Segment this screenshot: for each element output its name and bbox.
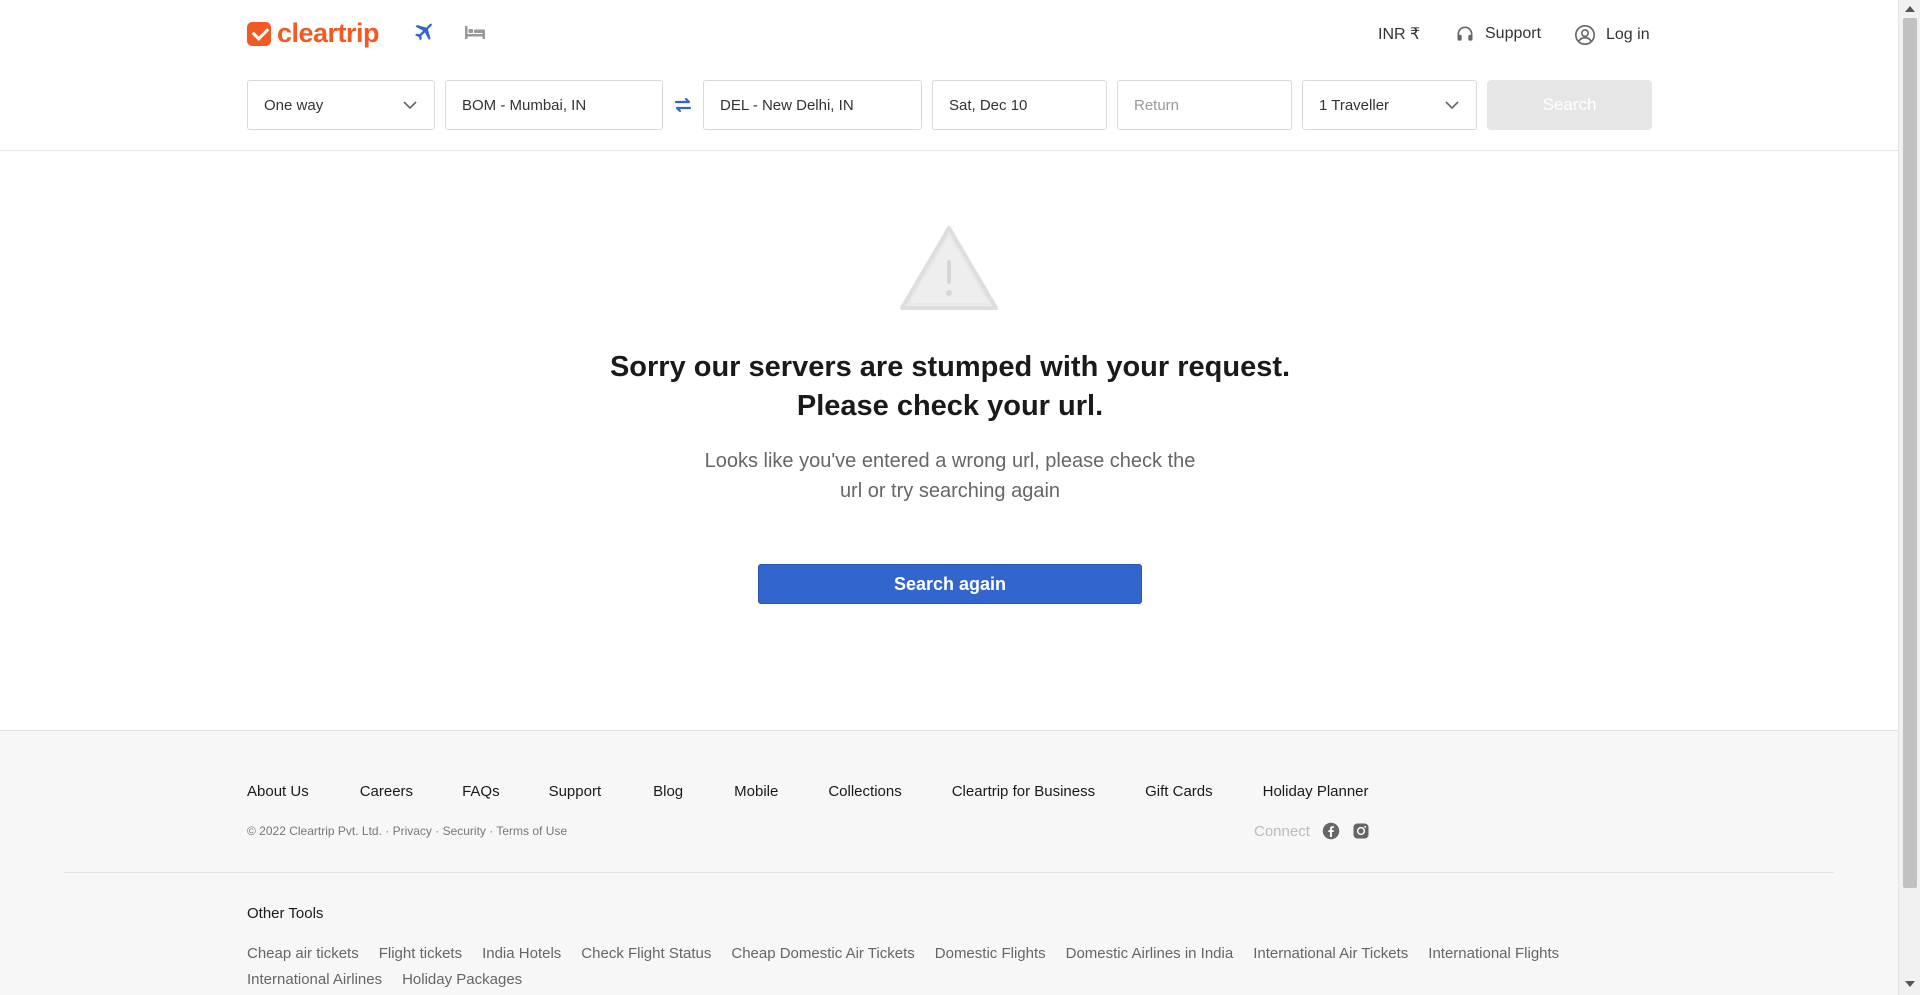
tool-link[interactable]: International Air Tickets (1253, 945, 1408, 962)
tool-link[interactable]: Holiday Packages (402, 971, 522, 988)
scroll-up-arrow-icon[interactable] (1905, 6, 1915, 12)
support-label: Support (1485, 25, 1542, 42)
scroll-down-arrow-icon[interactable] (1905, 981, 1915, 987)
search-again-button[interactable]: Search again (758, 564, 1142, 604)
support-link[interactable]: Support (1455, 24, 1541, 44)
to-value: DEL - New Delhi, IN (720, 96, 854, 114)
user-icon (1575, 25, 1595, 45)
scrollbar-thumb[interactable] (1903, 18, 1917, 888)
swap-icon[interactable] (671, 93, 695, 117)
other-tools-title: Other Tools (247, 905, 324, 922)
depart-date-field[interactable]: Sat, Dec 10 (932, 80, 1107, 130)
currency-label: INR ₹ (1378, 26, 1421, 43)
trip-type-select[interactable]: One way (247, 80, 435, 130)
login-label: Log in (1606, 26, 1650, 43)
tool-link[interactable]: Cheap air tickets (247, 945, 359, 962)
tool-link[interactable]: Flight tickets (379, 945, 462, 962)
depart-date-value: Sat, Dec 10 (949, 96, 1028, 114)
trip-type-value: One way (264, 96, 324, 114)
travellers-value: 1 Traveller (1319, 96, 1390, 114)
connect-label: Connect (1254, 822, 1310, 840)
other-tools-list: Cheap air tickets Flight tickets India H… (247, 945, 1667, 988)
login-link[interactable]: Log in (1574, 24, 1650, 46)
copyright: © 2022 Cleartrip Pvt. Ltd. · Privacy · S… (247, 824, 568, 838)
header: cleartrip INR ₹ Support Log in One way B… (0, 0, 1898, 151)
travellers-select[interactable]: 1 Traveller (1302, 80, 1477, 130)
chevron-down-icon (1445, 101, 1459, 110)
tool-link[interactable]: Domestic Airlines in India (1066, 945, 1234, 962)
facebook-icon[interactable] (1322, 822, 1340, 840)
footer-link-about[interactable]: About Us (247, 783, 309, 800)
return-date-placeholder: Return (1134, 96, 1180, 114)
footer-link-blog[interactable]: Blog (653, 783, 683, 800)
footer-link-careers[interactable]: Careers (360, 783, 413, 800)
from-value: BOM - Mumbai, IN (462, 96, 587, 114)
tool-link[interactable]: International Flights (1428, 945, 1559, 962)
airplane-icon[interactable] (409, 20, 437, 44)
error-subtitle: Looks like you've entered a wrong url, p… (704, 450, 1196, 502)
social-connect: Connect (1254, 822, 1370, 840)
footer: About Us Careers FAQs Support Blog Mobil… (0, 730, 1898, 995)
from-field[interactable]: BOM - Mumbai, IN (445, 80, 663, 130)
tool-link[interactable]: Cheap Domestic Air Tickets (731, 945, 914, 962)
instagram-icon[interactable] (1352, 822, 1370, 840)
cleartrip-logo-icon (247, 21, 271, 46)
chevron-down-icon (403, 101, 417, 110)
tool-link[interactable]: International Airlines (247, 971, 382, 988)
cleartrip-logo[interactable]: cleartrip (247, 18, 380, 49)
footer-link-mobile[interactable]: Mobile (734, 783, 778, 800)
footer-link-support[interactable]: Support (549, 783, 602, 800)
error-title: Sorry our servers are stumped with your … (609, 351, 1291, 422)
return-date-field[interactable]: Return (1117, 80, 1292, 130)
footer-link-holiday-planner[interactable]: Holiday Planner (1263, 783, 1369, 800)
footer-link-business[interactable]: Cleartrip for Business (952, 783, 1095, 800)
page: cleartrip INR ₹ Support Log in One way B… (0, 0, 1898, 995)
search-button[interactable]: Search (1487, 80, 1652, 130)
footer-link-faqs[interactable]: FAQs (462, 783, 500, 800)
footer-link-collections[interactable]: Collections (828, 783, 901, 800)
brand-name: cleartrip (277, 18, 380, 48)
footer-divider (64, 872, 1834, 873)
currency-selector[interactable]: INR ₹ (1378, 24, 1420, 44)
headphones-icon (1457, 26, 1473, 41)
bed-icon[interactable] (461, 20, 489, 44)
page-scrollbar[interactable] (1898, 0, 1920, 995)
tool-link[interactable]: Domestic Flights (935, 945, 1046, 962)
to-field[interactable]: DEL - New Delhi, IN (703, 80, 922, 130)
warning-icon (900, 226, 998, 310)
tool-link[interactable]: Check Flight Status (581, 945, 711, 962)
footer-links: About Us Careers FAQs Support Blog Mobil… (247, 783, 1369, 800)
tool-link[interactable]: India Hotels (482, 945, 561, 962)
footer-link-gift-cards[interactable]: Gift Cards (1145, 783, 1213, 800)
